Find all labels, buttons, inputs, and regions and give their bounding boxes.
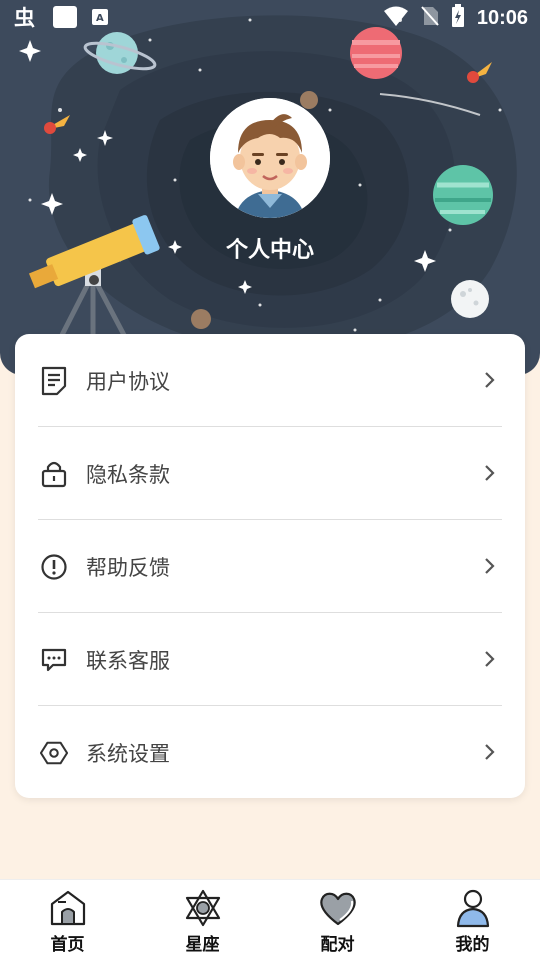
hexagon-settings-icon <box>40 739 68 767</box>
chevron-right-icon <box>485 372 495 388</box>
svg-text:虫: 虫 <box>14 6 35 29</box>
svg-text:A: A <box>96 13 104 24</box>
chevron-right-icon <box>485 651 495 667</box>
avatar[interactable] <box>210 98 330 218</box>
battery-charging-icon <box>451 4 465 32</box>
chevron-right-icon <box>485 465 495 481</box>
menu-item-label: 帮助反馈 <box>86 555 170 580</box>
tab-label: 星座 <box>185 935 220 955</box>
menu-card: 用户协议 隐私条款 帮助反馈 联系客服 系统设置 <box>15 334 525 798</box>
menu-item-user-agreement[interactable]: 用户协议 <box>38 334 502 427</box>
clock-time: 10:06 <box>476 6 528 29</box>
wifi-icon <box>383 5 409 31</box>
chevron-right-icon <box>485 744 495 760</box>
bottom-tab-bar: 首页 星座 配对 我的 <box>0 879 540 961</box>
tab-constellation[interactable]: 星座 <box>135 880 270 961</box>
menu-item-privacy[interactable]: 隐私条款 <box>38 427 502 520</box>
tab-match[interactable]: 配对 <box>270 880 405 961</box>
chevron-right-icon <box>485 558 495 574</box>
menu-item-label: 联系客服 <box>86 648 170 673</box>
translate-icon: A <box>90 6 110 32</box>
status-bar: 虫 A 10:06 <box>0 0 540 36</box>
moon-icon <box>451 280 489 318</box>
person-icon <box>456 889 489 928</box>
menu-item-label: 隐私条款 <box>86 462 170 487</box>
heart-icon <box>319 892 356 926</box>
white-square-icon <box>52 4 78 34</box>
tab-home[interactable]: 首页 <box>0 880 135 961</box>
page-title: 个人中心 <box>225 238 314 263</box>
menu-item-help-feedback[interactable]: 帮助反馈 <box>38 520 502 613</box>
document-icon <box>40 366 68 395</box>
star-of-david-icon <box>185 889 220 927</box>
chat-bubble-icon <box>40 646 68 674</box>
menu-item-customer-service[interactable]: 联系客服 <box>38 613 502 706</box>
green-planet-icon <box>433 165 493 225</box>
tab-label: 我的 <box>455 935 490 955</box>
menu-item-label: 用户协议 <box>86 369 170 394</box>
bug-icon: 虫 <box>14 5 40 33</box>
no-sim-icon <box>421 5 439 31</box>
tab-label: 首页 <box>50 935 85 955</box>
menu-item-settings[interactable]: 系统设置 <box>38 706 502 799</box>
lock-icon <box>40 460 68 488</box>
boy-avatar-icon <box>210 98 330 218</box>
tab-mine[interactable]: 我的 <box>405 880 540 961</box>
tab-label: 配对 <box>320 935 355 955</box>
menu-item-label: 系统设置 <box>86 741 170 766</box>
alert-circle-icon <box>40 553 68 581</box>
home-icon <box>50 890 85 926</box>
